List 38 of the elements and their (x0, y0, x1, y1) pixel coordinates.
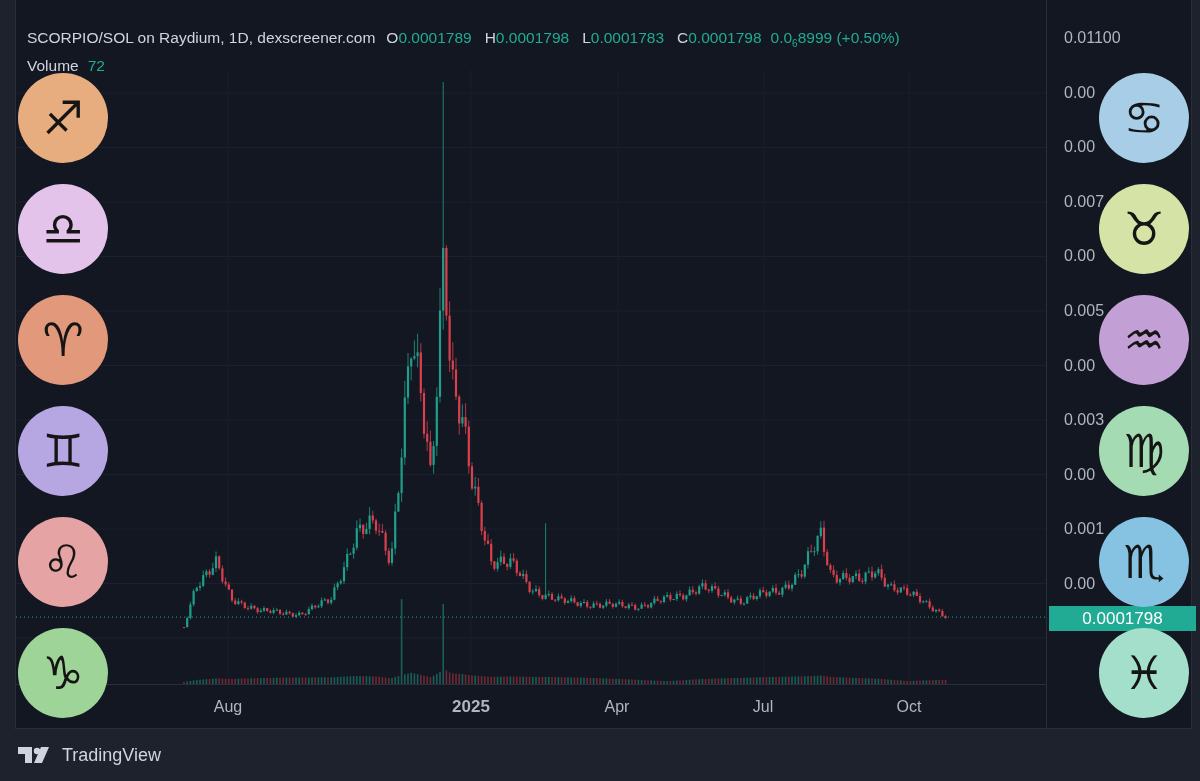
volume-value: 72 (87, 57, 105, 75)
ohlc-label: O (386, 29, 399, 46)
time-axis-label: 2025 (451, 696, 491, 717)
price-axis-label: 0.01100 (1064, 28, 1121, 48)
price-axis-label: 0.00 (1064, 464, 1096, 485)
ohlc-label: C (677, 29, 689, 46)
zodiac-badge: ♊ (18, 406, 108, 496)
volume-label: Volume (27, 57, 79, 75)
price-axis-label: 0.00 (1064, 82, 1096, 103)
price-axis-label: 0.007 (1064, 191, 1105, 212)
ohlc-label: L (582, 29, 591, 46)
time-axis-label: Oct (895, 697, 923, 716)
ohlc-value: 0.0001789 (398, 29, 472, 46)
zodiac-badge: ♑ (18, 628, 108, 718)
price-axis-label: 0.00 (1064, 246, 1096, 267)
ohlc-label: H (484, 29, 496, 46)
time-axis-label: Jul (751, 697, 775, 716)
brand-name: TradingView (62, 744, 162, 766)
ohlc-value: 0.0001798 (688, 29, 762, 46)
last-price-label: 0.0001798 (1049, 606, 1196, 631)
time-axis-label: Aug (212, 697, 244, 716)
chart-title: SCORPIO/SOL on Raydium, 1D, dexscreener.com (27, 29, 376, 46)
price-axis-label: 0.005 (1064, 300, 1105, 321)
zodiac-badge: ♓ (1099, 628, 1189, 718)
price-axis-label: 0.00 (1064, 355, 1096, 376)
price-axis-label: 0.001 (1064, 519, 1105, 540)
ohlc-value: 0.0001798 (495, 29, 570, 46)
zodiac-badge: ♈ (18, 295, 108, 385)
zodiac-badge: ♋ (1099, 73, 1189, 163)
ohlc-value: 0.0001783 (590, 29, 665, 46)
zodiac-badge: ♌ (18, 517, 108, 607)
zodiac-badge: ♎ (18, 184, 108, 274)
price-change: 0.0$_{6}$8999 (+0.50%) (770, 29, 900, 46)
zodiac-badge: ♐ (18, 73, 108, 163)
price-axis-label: 0.00 (1064, 137, 1096, 158)
time-axis-label: Apr (603, 697, 631, 716)
price-axis-label: 0.00 (1064, 573, 1096, 594)
price-axis-label: 0.003 (1064, 410, 1105, 431)
